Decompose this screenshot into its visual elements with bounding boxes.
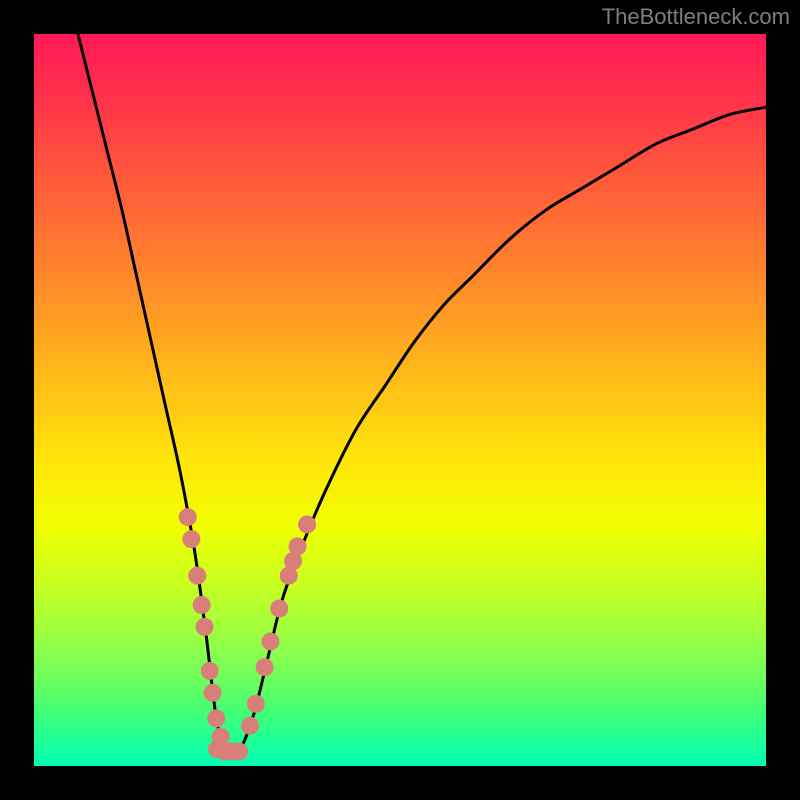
bottleneck-curve — [78, 34, 766, 755]
marker-clusters — [179, 508, 316, 760]
data-marker — [207, 709, 225, 727]
data-marker — [256, 658, 274, 676]
chart-frame: TheBottleneck.com — [0, 0, 800, 800]
data-marker — [201, 662, 219, 680]
data-marker — [298, 515, 316, 533]
plot-area — [34, 34, 766, 766]
data-marker — [188, 567, 206, 585]
data-marker — [270, 600, 288, 618]
data-marker — [193, 596, 211, 614]
data-marker — [204, 684, 222, 702]
data-marker — [289, 537, 307, 555]
data-marker — [247, 695, 265, 713]
chart-svg — [34, 34, 766, 766]
data-marker — [182, 530, 200, 548]
data-marker — [179, 508, 197, 526]
data-marker — [261, 633, 279, 651]
data-marker — [196, 618, 214, 636]
data-marker — [230, 742, 248, 760]
watermark-text: TheBottleneck.com — [602, 4, 790, 30]
data-marker — [241, 717, 259, 735]
